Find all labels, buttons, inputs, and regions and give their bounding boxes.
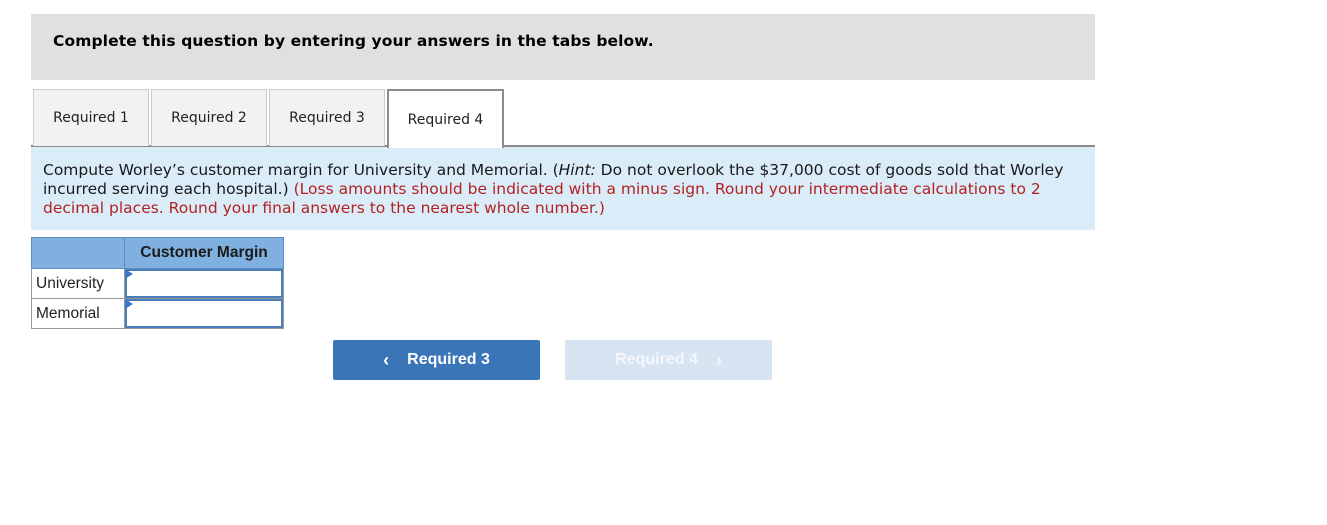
memorial-cell <box>124 298 284 329</box>
question-header-title: Complete this question by entering your … <box>53 32 654 50</box>
tab-bar: Required 1 Required 2 Required 3 Require… <box>31 89 1095 148</box>
university-cell <box>124 268 284 299</box>
hint-label: Hint: <box>558 161 596 179</box>
question-header: Complete this question by entering your … <box>31 14 1095 80</box>
next-required-4-button[interactable]: Required 4 › <box>565 340 772 380</box>
prev-required-3-button[interactable]: ‹ Required 3 <box>333 340 540 380</box>
row-label-university: University <box>31 268 125 299</box>
tab-required-3[interactable]: Required 3 <box>269 89 385 146</box>
table-row: University <box>31 268 284 299</box>
instructions-panel: Compute Worley’s customer margin for Uni… <box>31 147 1095 230</box>
next-button-label: Required 4 <box>615 351 698 368</box>
customer-margin-table: Customer Margin University Memorial <box>31 237 284 329</box>
customer-margin-header: Customer Margin <box>124 237 284 269</box>
prev-button-label: Required 3 <box>407 351 490 368</box>
tab-required-2[interactable]: Required 2 <box>151 89 267 146</box>
instructions-text: Compute Worley’s customer margin for Uni… <box>43 161 559 179</box>
memorial-margin-input[interactable] <box>125 299 283 328</box>
table-corner-header <box>31 237 125 269</box>
chevron-left-icon: ‹ <box>383 349 390 370</box>
university-margin-input[interactable] <box>125 269 283 298</box>
table-row: Memorial <box>31 298 284 329</box>
chevron-right-icon: › <box>715 349 722 370</box>
tab-required-1[interactable]: Required 1 <box>33 89 149 146</box>
row-label-memorial: Memorial <box>31 298 125 329</box>
tab-required-4[interactable]: Required 4 <box>387 89 504 148</box>
